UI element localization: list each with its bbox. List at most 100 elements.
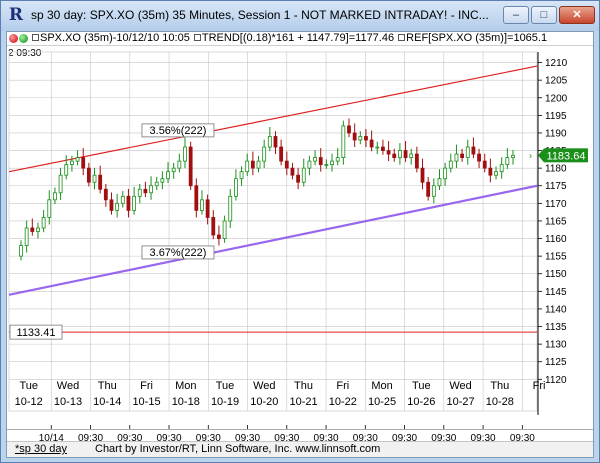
candle-body [250,160,255,169]
y-tick-label: 1180 [545,164,567,175]
candle-body [381,146,385,151]
chart-pane[interactable]: SPX.XO (35m)-10/12/10 10:05 TREND[(0.18)… [6,31,594,458]
candle-body [47,199,52,218]
candle-body [154,181,159,187]
candle-body [24,227,29,246]
candle-body [482,160,487,169]
y-tick-label: 1135 [545,322,567,333]
day-of-week-label: Thu [490,380,509,392]
candle-body [86,167,91,183]
candle-body [64,164,69,176]
y-tick-label: 1150 [545,269,567,280]
reference-label: 1133.41 [17,327,56,339]
candle-body [132,195,137,211]
candle-body [188,146,193,187]
candle-body [143,188,148,194]
candle-body [245,160,250,173]
red-status-icon[interactable] [9,34,18,43]
candle-body [239,171,244,180]
candle-body [318,157,323,166]
candle-body [126,195,131,211]
candle-body [386,150,391,155]
candle-body [414,153,419,169]
day-of-week-label: Mon [175,380,196,392]
candle-body [477,153,481,162]
candle-body [53,192,57,201]
candle-body [273,136,278,148]
candle-body [369,139,374,148]
app-icon[interactable]: R [7,6,25,24]
chart-page-tab[interactable]: *sp 30 day [15,442,67,457]
y-tick-label: 1165 [545,216,567,227]
price-chart[interactable]: Tue 10-12 Wed 10-13 Thu 10-14 Fri 10-15 Mon 10-18… [7,48,595,443]
legend-text: SPX.XO (35m)-10/12/10 10:05 TREND[(0.18)… [31,32,547,45]
candle-body [19,245,23,257]
candle-body [228,195,233,222]
candle-body [296,174,301,183]
candle-body [160,178,165,183]
candle-body [341,125,346,158]
candle-body [488,167,493,176]
candle-body [120,195,125,204]
lower-trend-line[interactable] [8,184,538,296]
y-tick-label: 1205 [545,76,568,87]
date-label: 10-18 [172,396,200,408]
chart-labels: 1133.41 3.56%(222) 3.67%(222) 1183.64 › [9,123,588,340]
ref-box-icon [398,34,406,41]
y-tick-label: 1155 [545,252,567,263]
candle-body [324,164,329,167]
candle-body [171,167,176,173]
candle-body [233,178,238,197]
candle-body [92,174,97,183]
candle-body [267,136,272,148]
candle-body [200,199,204,211]
credit-text: Chart by Investor/RT, Linn Software, Inc… [95,443,381,455]
grid-lines: Tue 10-12 Wed 10-13 Thu 10-14 Fri 10-15 Mon 10-18… [8,51,545,412]
y-tick-label: 1160 [545,234,567,245]
candle-body [460,153,465,158]
day-of-week-label: Tue [216,380,235,392]
title-bar[interactable]: R sp 30 day: SPX.XO (35m) 35 Minutes, Se… [1,1,599,31]
candle-body [81,157,86,169]
candle-body [115,202,120,211]
y-tick-label: 1190 [545,128,567,139]
channel-lines [8,65,538,333]
date-label: 10-14 [93,396,121,408]
maximize-button[interactable]: □ [531,6,557,24]
candle-body [58,174,63,194]
candle-body [448,160,453,169]
candle-body [183,146,187,162]
candle-body [194,185,199,211]
date-label: 10-22 [329,396,357,408]
close-button[interactable]: ✕ [559,6,595,24]
candle-body [397,150,402,158]
upper-channel-label: 3.56%(222) [150,125,207,137]
candle-body [431,185,436,197]
day-of-week-label: Mon [371,380,392,392]
date-label: 10-25 [368,396,396,408]
candle-body [437,178,442,187]
minimize-button[interactable]: – [503,6,529,24]
day-of-week-label: Fri [336,380,349,392]
candle-body [41,217,46,229]
y-tick-label: 1195 [545,111,567,122]
candle-body [443,167,448,180]
candle-body [505,157,510,166]
green-status-icon[interactable] [19,34,28,43]
trend-box-icon [193,34,201,41]
candle-body [409,153,414,158]
day-of-week-label: Wed [253,380,275,392]
date-label: 10-15 [132,396,160,408]
candle-body [279,146,284,162]
candle-body [36,227,40,232]
candle-body [177,160,182,169]
date-label: 10-19 [211,396,239,408]
legend-symbol: SPX.XO (35m)-10/12/10 10:05 [40,32,190,44]
price-pointer-icon: › [529,150,532,160]
legend-ref: REF[SPX.XO (35m)]=1065.1 [406,32,548,44]
candle-body [313,157,317,162]
lower-channel-label: 3.67%(222) [150,247,207,259]
y-tick-label: 1170 [545,199,567,210]
candle-body [103,188,108,201]
candle-body [307,160,312,169]
